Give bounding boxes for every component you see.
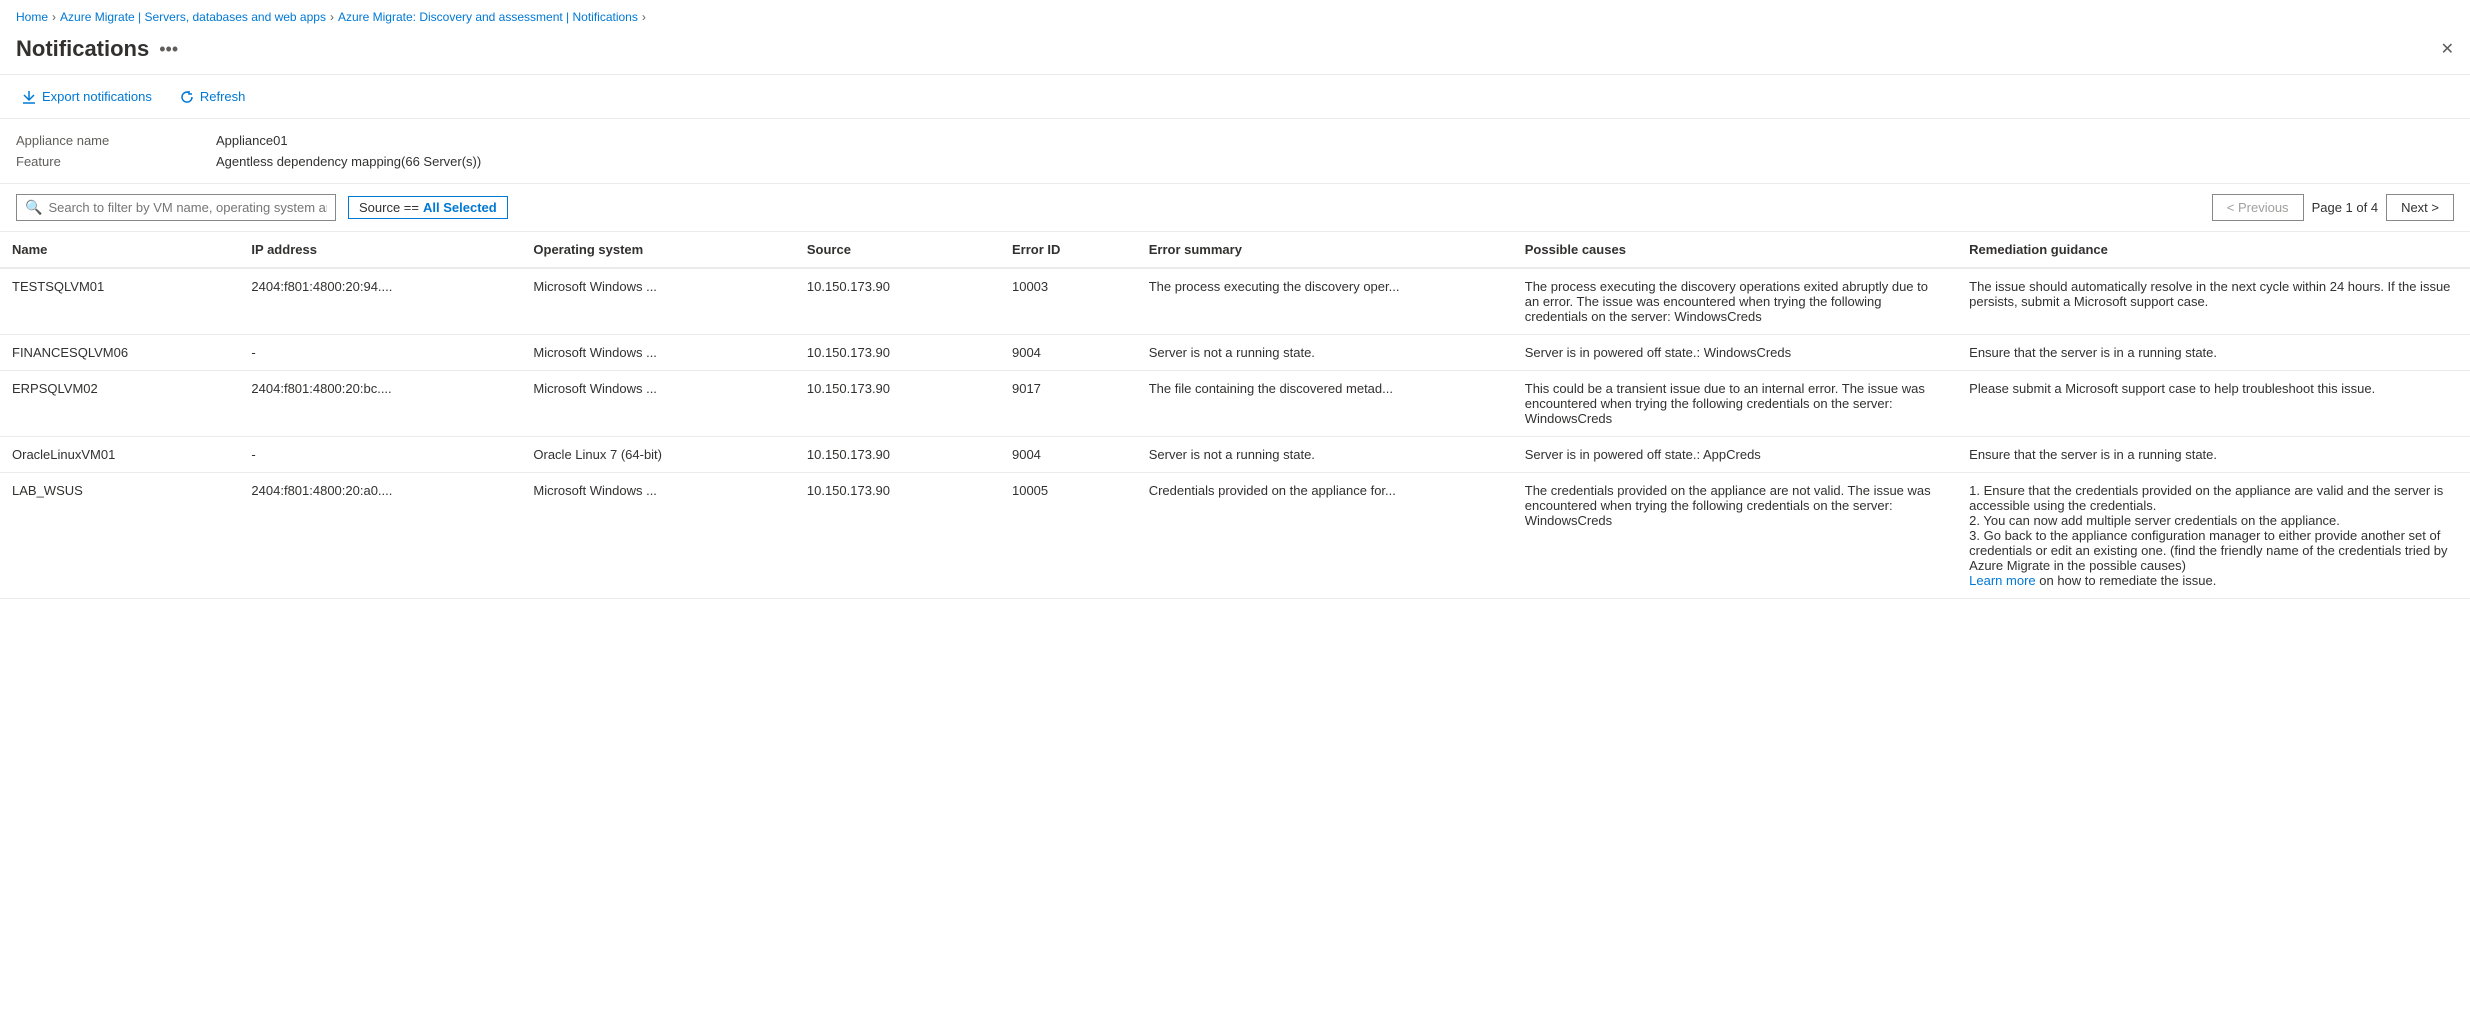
search-icon: 🔍 <box>25 199 42 216</box>
cell-error-id: 10003 <box>1000 268 1137 335</box>
close-icon[interactable]: ✕ <box>2441 39 2454 59</box>
learn-more-link[interactable]: Learn more <box>1969 573 2035 588</box>
cell-error-summary: Server is not a running state. <box>1137 335 1513 371</box>
cell-possible-causes: The credentials provided on the applianc… <box>1513 473 1957 599</box>
next-button[interactable]: Next > <box>2386 194 2454 221</box>
pagination: < Previous Page 1 of 4 Next > <box>2212 194 2454 221</box>
search-input[interactable] <box>48 200 327 215</box>
cell-possible-causes: This could be a transient issue due to a… <box>1513 371 1957 437</box>
table-row: ERPSQLVM02 2404:f801:4800:20:bc.... Micr… <box>0 371 2470 437</box>
feature-row: Feature Agentless dependency mapping(66 … <box>16 154 2454 169</box>
cell-name: ERPSQLVM02 <box>0 371 239 437</box>
page-title: Notifications <box>16 36 149 62</box>
cell-os: Oracle Linux 7 (64-bit) <box>521 437 794 473</box>
appliance-row: Appliance name Appliance01 <box>16 133 2454 148</box>
breadcrumb-notifications[interactable]: Azure Migrate: Discovery and assessment … <box>338 10 638 24</box>
cell-error-id: 9004 <box>1000 335 1137 371</box>
filter-row: 🔍 Source == All Selected < Previous Page… <box>0 184 2470 232</box>
search-box[interactable]: 🔍 <box>16 194 336 221</box>
breadcrumb: Home › Azure Migrate | Servers, database… <box>0 0 2470 28</box>
breadcrumb-sep-3: › <box>642 10 646 24</box>
col-header-source: Source <box>795 232 1000 268</box>
table-container: Name IP address Operating system Source … <box>0 232 2470 599</box>
cell-source: 10.150.173.90 <box>795 371 1000 437</box>
notifications-table: Name IP address Operating system Source … <box>0 232 2470 599</box>
cell-remediation: 1. Ensure that the credentials provided … <box>1957 473 2470 599</box>
cell-error-summary: Server is not a running state. <box>1137 437 1513 473</box>
cell-error-id: 9017 <box>1000 371 1137 437</box>
cell-error-summary: Credentials provided on the appliance fo… <box>1137 473 1513 599</box>
cell-os: Microsoft Windows ... <box>521 268 794 335</box>
refresh-button[interactable]: Refresh <box>174 85 252 108</box>
filter-tag-value: All Selected <box>423 200 497 215</box>
breadcrumb-servers[interactable]: Azure Migrate | Servers, databases and w… <box>60 10 326 24</box>
col-header-error-summary: Error summary <box>1137 232 1513 268</box>
table-header-row: Name IP address Operating system Source … <box>0 232 2470 268</box>
table-row: FINANCESQLVM06 - Microsoft Windows ... 1… <box>0 335 2470 371</box>
cell-source: 10.150.173.90 <box>795 473 1000 599</box>
toolbar: Export notifications Refresh <box>0 75 2470 119</box>
table-row: LAB_WSUS 2404:f801:4800:20:a0.... Micros… <box>0 473 2470 599</box>
col-header-os: Operating system <box>521 232 794 268</box>
refresh-icon <box>180 90 194 104</box>
cell-os: Microsoft Windows ... <box>521 473 794 599</box>
cell-error-id: 10005 <box>1000 473 1137 599</box>
cell-remediation: Ensure that the server is in a running s… <box>1957 437 2470 473</box>
cell-error-summary: The process executing the discovery oper… <box>1137 268 1513 335</box>
feature-label: Feature <box>16 154 216 169</box>
cell-source: 10.150.173.90 <box>795 335 1000 371</box>
cell-source: 10.150.173.90 <box>795 268 1000 335</box>
cell-error-id: 9004 <box>1000 437 1137 473</box>
meta-section: Appliance name Appliance01 Feature Agent… <box>0 119 2470 184</box>
table-row: TESTSQLVM01 2404:f801:4800:20:94.... Mic… <box>0 268 2470 335</box>
pagination-info: Page 1 of 4 <box>2312 200 2379 215</box>
cell-ip: 2404:f801:4800:20:bc.... <box>239 371 521 437</box>
cell-ip: 2404:f801:4800:20:94.... <box>239 268 521 335</box>
cell-error-summary: The file containing the discovered metad… <box>1137 371 1513 437</box>
cell-remediation: Please submit a Microsoft support case t… <box>1957 371 2470 437</box>
cell-os: Microsoft Windows ... <box>521 335 794 371</box>
breadcrumb-sep-2: › <box>330 10 334 24</box>
more-options-icon[interactable]: ••• <box>159 39 178 60</box>
cell-ip: - <box>239 335 521 371</box>
breadcrumb-home[interactable]: Home <box>16 10 48 24</box>
breadcrumb-sep-1: › <box>52 10 56 24</box>
table-row: OracleLinuxVM01 - Oracle Linux 7 (64-bit… <box>0 437 2470 473</box>
download-icon <box>22 90 36 104</box>
learn-more-suffix: on how to remediate the issue. <box>2036 573 2217 588</box>
cell-remediation: Ensure that the server is in a running s… <box>1957 335 2470 371</box>
previous-button[interactable]: < Previous <box>2212 194 2304 221</box>
cell-name: LAB_WSUS <box>0 473 239 599</box>
col-header-remediation: Remediation guidance <box>1957 232 2470 268</box>
cell-possible-causes: Server is in powered off state.: AppCred… <box>1513 437 1957 473</box>
cell-possible-causes: The process executing the discovery oper… <box>1513 268 1957 335</box>
cell-ip: 2404:f801:4800:20:a0.... <box>239 473 521 599</box>
appliance-value: Appliance01 <box>216 133 288 148</box>
cell-ip: - <box>239 437 521 473</box>
cell-possible-causes: Server is in powered off state.: Windows… <box>1513 335 1957 371</box>
cell-source: 10.150.173.90 <box>795 437 1000 473</box>
feature-value: Agentless dependency mapping(66 Server(s… <box>216 154 481 169</box>
appliance-label: Appliance name <box>16 133 216 148</box>
export-notifications-button[interactable]: Export notifications <box>16 85 158 108</box>
page-header: Notifications ••• ✕ <box>0 28 2470 75</box>
cell-name: FINANCESQLVM06 <box>0 335 239 371</box>
col-header-ip: IP address <box>239 232 521 268</box>
col-header-error-id: Error ID <box>1000 232 1137 268</box>
cell-os: Microsoft Windows ... <box>521 371 794 437</box>
cell-name: TESTSQLVM01 <box>0 268 239 335</box>
cell-name: OracleLinuxVM01 <box>0 437 239 473</box>
cell-remediation: The issue should automatically resolve i… <box>1957 268 2470 335</box>
source-filter-tag[interactable]: Source == All Selected <box>348 196 508 219</box>
col-header-possible-causes: Possible causes <box>1513 232 1957 268</box>
col-header-name: Name <box>0 232 239 268</box>
